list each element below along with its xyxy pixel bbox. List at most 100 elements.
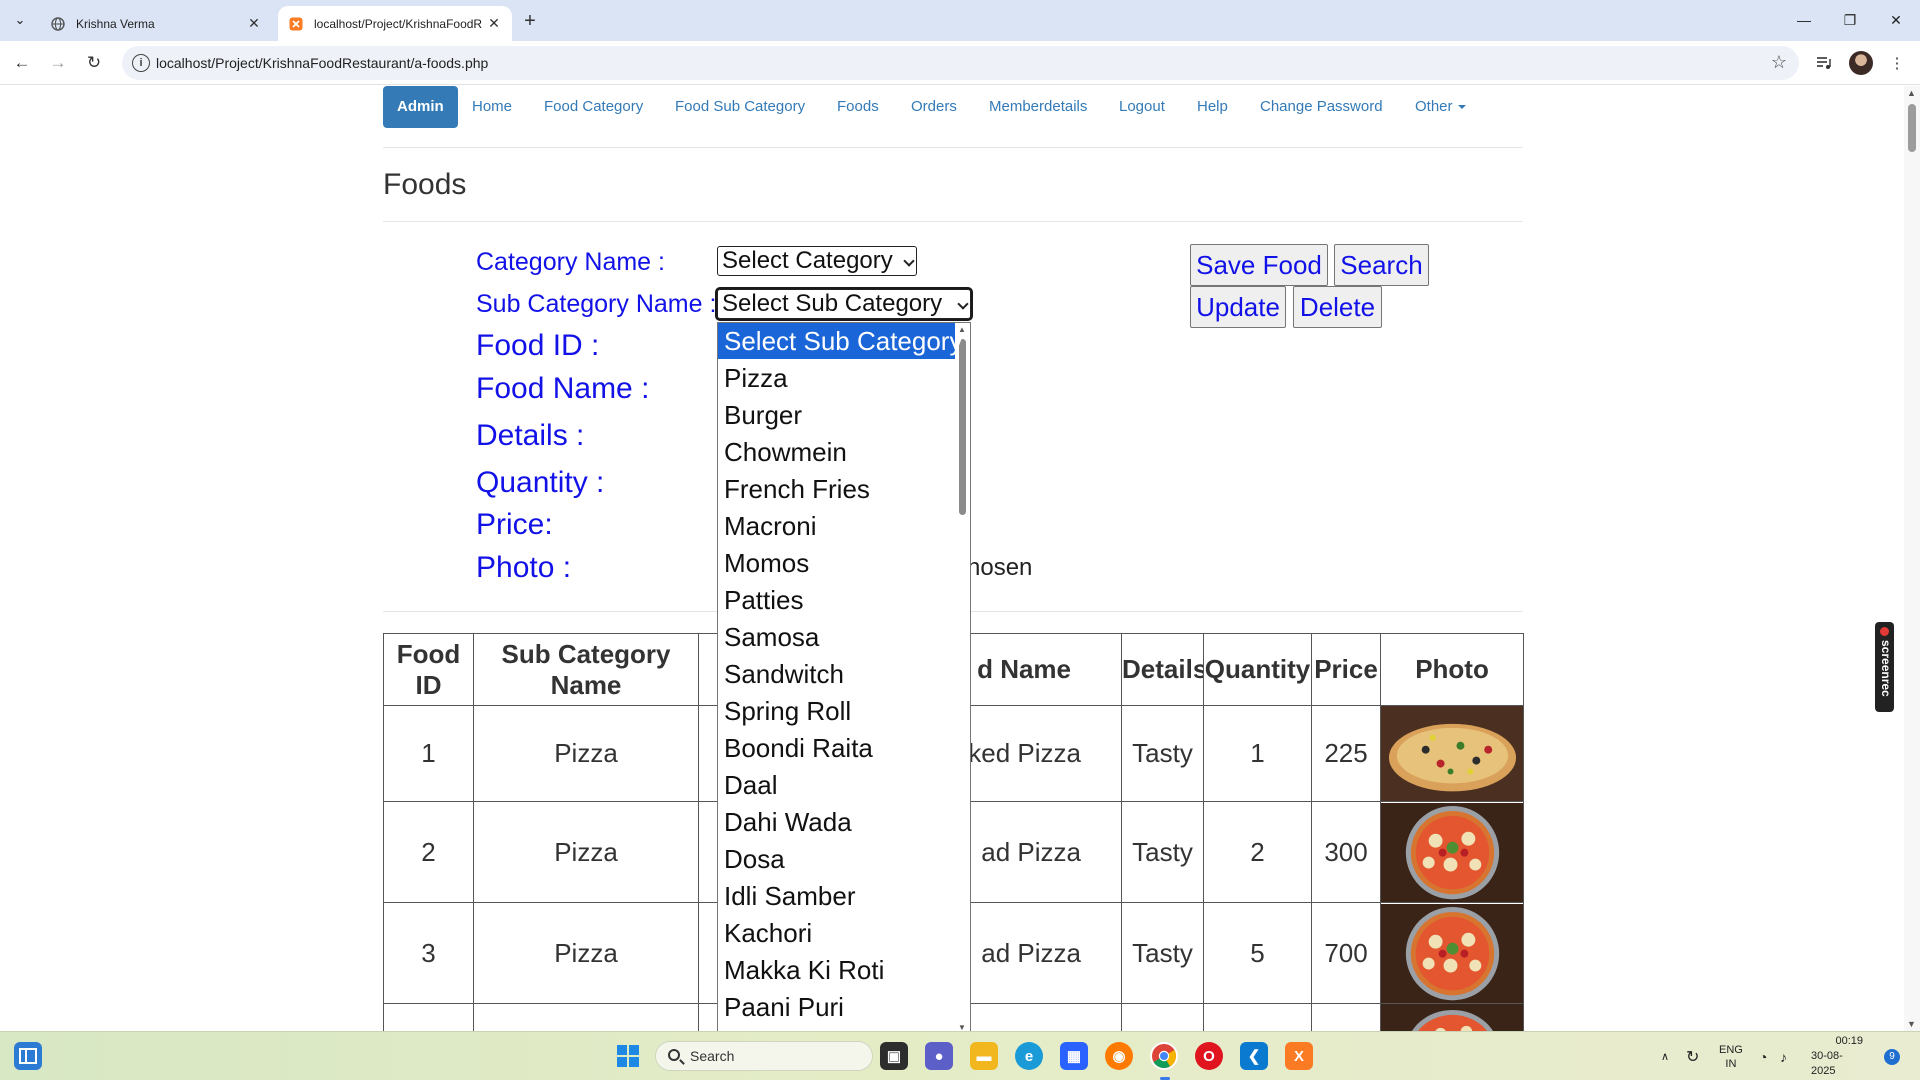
- scroll-thumb[interactable]: [959, 339, 966, 515]
- reload-icon[interactable]: ↻: [80, 49, 108, 77]
- taskbar-search-box[interactable]: Search: [655, 1041, 873, 1071]
- restore-icon[interactable]: ❐: [1827, 0, 1873, 40]
- nav-help[interactable]: Help: [1197, 86, 1228, 128]
- sub-category-select[interactable]: Select Sub Category: [717, 289, 971, 319]
- xampp-icon: [288, 16, 304, 32]
- address-bar[interactable]: i localhost/Project/KrishnaFoodRestauran…: [122, 46, 1799, 80]
- tab-krishna-verma[interactable]: Krishna Verma ✕: [40, 6, 272, 41]
- tab-a-foods[interactable]: localhost/Project/KrishnaFoodR ✕: [278, 6, 512, 41]
- close-window-icon[interactable]: ✕: [1873, 0, 1919, 40]
- wifi-icon[interactable]: ◔: [1759, 1032, 1767, 1080]
- nav-home[interactable]: Home: [472, 86, 512, 128]
- header-sub-category-name: Sub Category Name: [473, 633, 699, 706]
- task-view-icon[interactable]: ▣: [880, 1042, 908, 1070]
- file-explorer-icon[interactable]: ▬: [970, 1042, 998, 1070]
- nav-orders[interactable]: Orders: [911, 86, 957, 128]
- dropdown-option[interactable]: Samosa: [718, 619, 955, 655]
- dropdown-option[interactable]: Spring Roll: [718, 693, 955, 729]
- close-icon[interactable]: ✕: [486, 15, 502, 32]
- label-price: Price:: [476, 508, 553, 541]
- dropdown-option[interactable]: French Fries: [718, 471, 955, 507]
- nav-food-sub-category[interactable]: Food Sub Category: [675, 86, 805, 128]
- page-scrollbar[interactable]: ▲ ▼: [1904, 86, 1920, 1031]
- nav-memberdetails[interactable]: Memberdetails: [989, 86, 1087, 128]
- language-indicator[interactable]: ENG IN: [1719, 1032, 1743, 1080]
- speaker-muted-icon[interactable]: ♪: [1780, 1032, 1787, 1080]
- label-quantity: Quantity :: [476, 466, 605, 499]
- cell-sub-category: Pizza: [473, 801, 699, 904]
- nav-foods[interactable]: Foods: [837, 86, 879, 128]
- label-details: Details :: [476, 419, 585, 452]
- label-food-id: Food ID :: [476, 329, 600, 362]
- dropdown-option[interactable]: Paani Puri: [718, 989, 955, 1025]
- dropdown-option[interactable]: Makka Ki Roti: [718, 952, 955, 988]
- update-button[interactable]: Update: [1190, 286, 1286, 328]
- widgets-icon[interactable]: [14, 1042, 42, 1070]
- minimize-icon[interactable]: —: [1781, 0, 1827, 40]
- dropdown-option[interactable]: Daal: [718, 767, 955, 803]
- edge-icon[interactable]: e: [1015, 1042, 1043, 1070]
- label-category-name: Category Name :: [476, 248, 665, 276]
- close-icon[interactable]: ✕: [246, 15, 262, 32]
- dropdown-scrollbar[interactable]: ▲ ▼: [955, 323, 970, 1031]
- nav-logout[interactable]: Logout: [1119, 86, 1165, 128]
- nav-change-password[interactable]: Change Password: [1260, 86, 1383, 128]
- site-info-icon[interactable]: i: [132, 54, 150, 72]
- sub-category-select-value: Select Sub Category: [722, 290, 943, 317]
- dropdown-option[interactable]: Kachori: [718, 915, 955, 951]
- globe-icon: [50, 16, 66, 32]
- scroll-down-arrow-icon[interactable]: ▼: [958, 1023, 966, 1031]
- microsoft-store-icon[interactable]: ▦: [1060, 1042, 1088, 1070]
- nav-admin[interactable]: Admin: [383, 86, 458, 128]
- firefox-icon[interactable]: ◉: [1105, 1042, 1133, 1070]
- scroll-down-arrow-icon[interactable]: ▼: [1907, 1019, 1916, 1029]
- dropdown-option[interactable]: Select Sub Category: [718, 323, 962, 359]
- dropdown-option[interactable]: Burger: [718, 397, 955, 433]
- menu-kebab-icon[interactable]: ⋮: [1884, 50, 1910, 76]
- nav-food-category[interactable]: Food Category: [544, 86, 643, 128]
- search-button[interactable]: Search: [1334, 244, 1429, 286]
- nav-other-dropdown[interactable]: Other: [1415, 86, 1466, 128]
- dropdown-option[interactable]: Chowmein: [718, 434, 955, 470]
- dropdown-option[interactable]: Idli Samber: [718, 878, 955, 914]
- cell-details: Tasty: [1121, 801, 1205, 904]
- browser-toolbar: ← → ↻ i localhost/Project/KrishnaFoodRes…: [0, 41, 1920, 85]
- dropdown-option[interactable]: Momos: [718, 545, 955, 581]
- notification-badge[interactable]: 9: [1884, 1032, 1900, 1080]
- forward-arrow-icon[interactable]: →: [44, 49, 72, 77]
- category-select[interactable]: Select Category: [717, 246, 917, 276]
- tray-chevron-up-icon[interactable]: ∧: [1661, 1032, 1669, 1080]
- screenrec-widget[interactable]: screenrec: [1875, 622, 1894, 712]
- cell-sub-category: Pizza: [473, 902, 699, 1005]
- opera-icon[interactable]: O: [1195, 1042, 1223, 1070]
- cell-food-id: 1: [383, 704, 474, 803]
- windows-start-icon[interactable]: [614, 1042, 642, 1070]
- bookmark-star-icon[interactable]: ☆: [1771, 52, 1787, 73]
- sub-category-dropdown-list[interactable]: ▲ ▼ Select Sub Category Pizza Burger Chowme…: [717, 322, 971, 1031]
- clock[interactable]: 00:19 30-08-2025: [1811, 1032, 1863, 1080]
- dropdown-option[interactable]: Macroni: [718, 508, 955, 544]
- scroll-thumb[interactable]: [1908, 104, 1916, 152]
- back-arrow-icon[interactable]: ←: [8, 49, 36, 77]
- profile-avatar[interactable]: [1849, 51, 1873, 75]
- scroll-up-arrow-icon[interactable]: ▲: [1907, 88, 1916, 98]
- vscode-icon[interactable]: ❮: [1240, 1042, 1268, 1070]
- new-tab-plus-icon[interactable]: +: [518, 9, 542, 33]
- sync-icon[interactable]: ↻: [1686, 1032, 1699, 1080]
- dropdown-option[interactable]: Sandwitch: [718, 656, 955, 692]
- taskbar-search-label: Search: [690, 1048, 735, 1064]
- xampp-icon[interactable]: X: [1285, 1042, 1313, 1070]
- save-food-button[interactable]: Save Food: [1190, 244, 1328, 286]
- dropdown-option[interactable]: Boondi Raita: [718, 730, 955, 766]
- dropdown-option[interactable]: Dosa: [718, 841, 955, 877]
- media-control-icon[interactable]: [1811, 50, 1837, 76]
- chrome-icon[interactable]: [1150, 1042, 1178, 1070]
- teams-chat-icon[interactable]: ●: [925, 1042, 953, 1070]
- delete-button[interactable]: Delete: [1293, 286, 1382, 328]
- tab-search-icon[interactable]: ⌄: [8, 8, 32, 32]
- dropdown-option[interactable]: Pizza: [718, 360, 955, 396]
- url-text: localhost/Project/KrishnaFoodRestaurant/…: [156, 55, 489, 71]
- dropdown-option[interactable]: Patties: [718, 582, 955, 618]
- dropdown-option[interactable]: Dahi Wada: [718, 804, 955, 840]
- cell-photo: [1380, 704, 1525, 803]
